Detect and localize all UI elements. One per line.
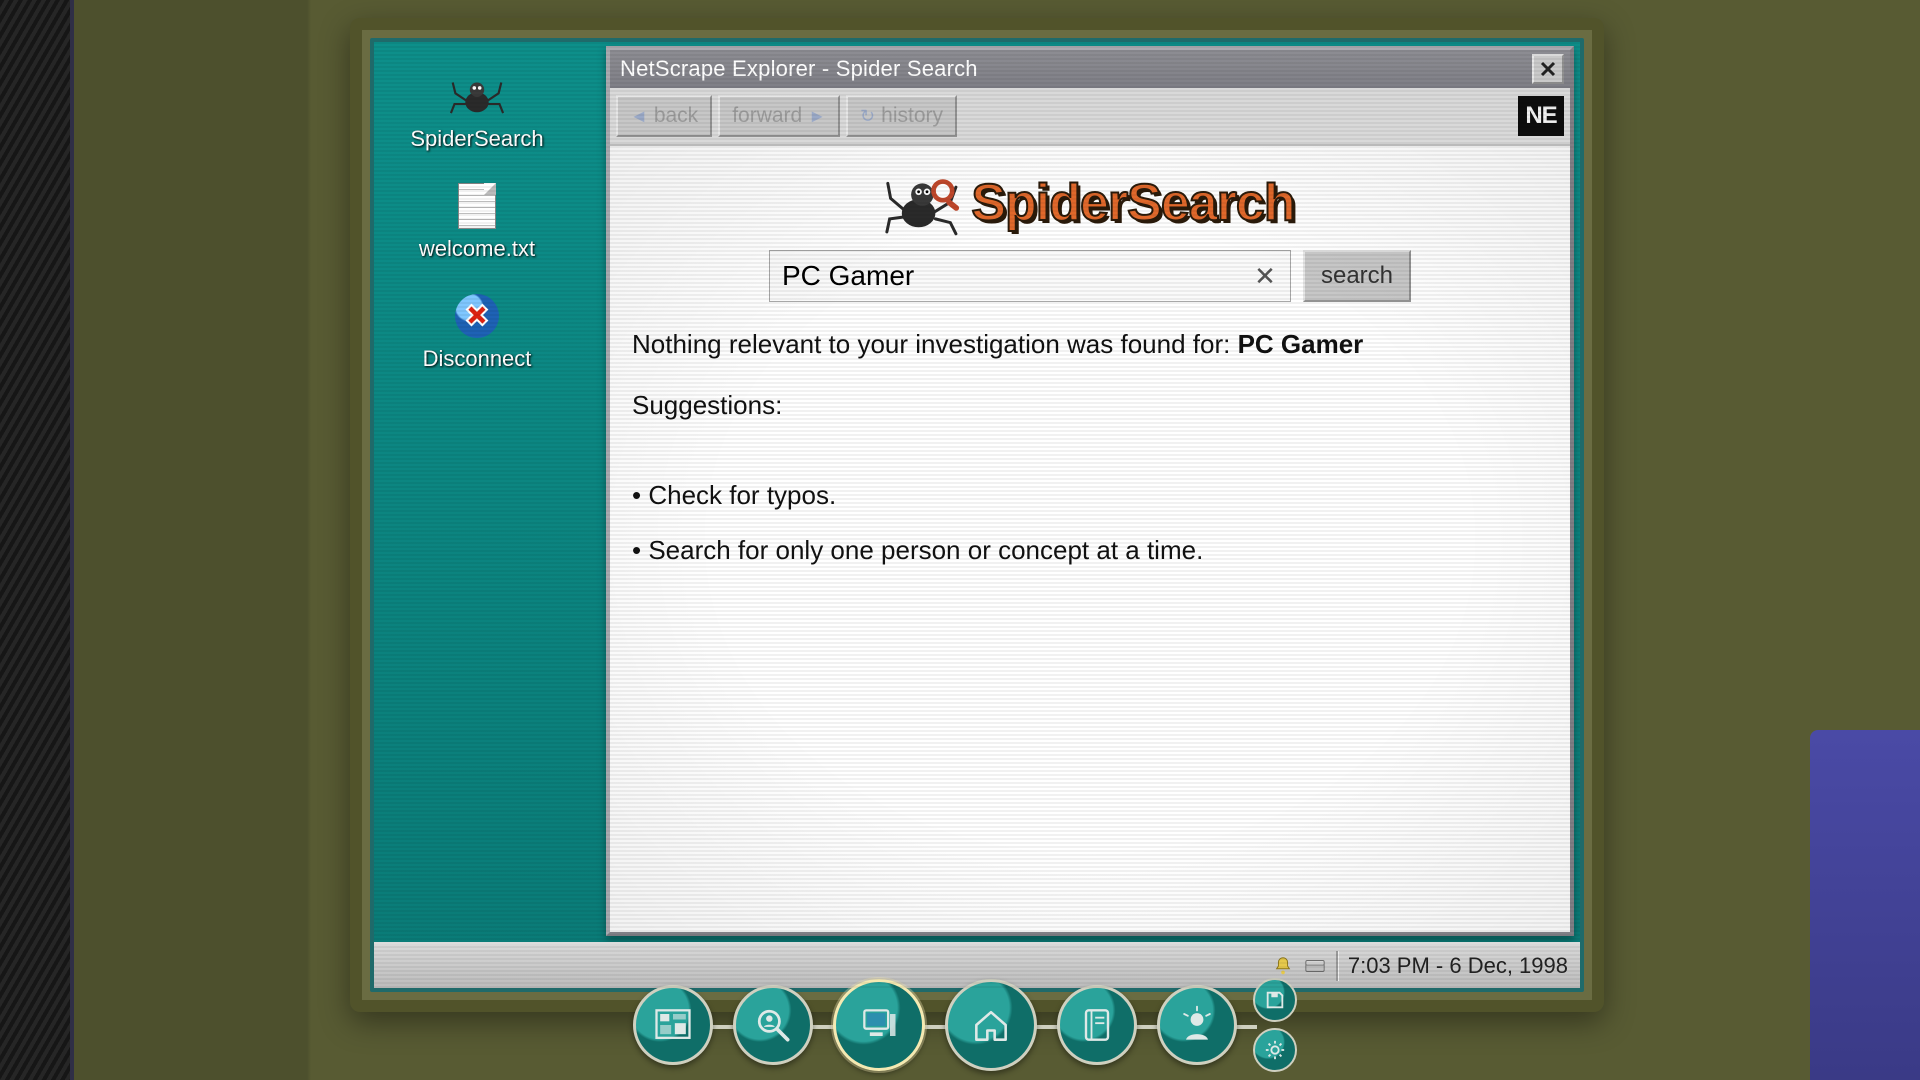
desktop-icon-spidersearch[interactable]: SpiderSearch — [392, 72, 562, 152]
suggestions-list: • Check for typos. • Search for only one… — [632, 479, 1548, 566]
suggestion-item: • Search for only one person or concept … — [632, 534, 1548, 567]
window-title: NetScrape Explorer - Spider Search — [616, 56, 1532, 82]
close-icon: ✕ — [1254, 261, 1276, 291]
spider-icon — [447, 72, 507, 120]
spider-mascot-icon — [885, 170, 969, 236]
suggestion-text: Check for typos. — [648, 480, 836, 510]
arrow-left-icon: ◄ — [630, 106, 648, 127]
back-button[interactable]: ◄ back — [616, 95, 712, 137]
browser-logo: NE — [1518, 96, 1564, 136]
spidersearch-wordmark: SpiderSearch — [971, 173, 1294, 233]
no-results-prefix: Nothing relevant to your investigation w… — [632, 329, 1238, 359]
globe-disconnect-icon: ✖ — [447, 292, 507, 340]
gear-icon — [1264, 1039, 1286, 1061]
back-label: back — [654, 104, 698, 128]
tray-separator — [1336, 951, 1338, 981]
thinking-person-icon — [1175, 1003, 1219, 1047]
suggestion-item: • Check for typos. — [632, 479, 1548, 512]
desktop-icon-welcome-txt[interactable]: welcome.txt — [392, 182, 562, 262]
refresh-icon: ↻ — [860, 106, 875, 127]
crt-monitor: SpiderSearch welcome.txt ✖ Disconnect Ne… — [350, 18, 1604, 1012]
system-tray: 7:03 PM - 6 Dec, 1998 — [1272, 951, 1574, 981]
search-row: ✕ search — [632, 250, 1548, 302]
desktop-icon-label: Disconnect — [392, 346, 562, 372]
desktop-icon-disconnect[interactable]: ✖ Disconnect — [392, 292, 562, 372]
nav-caseboard-button[interactable] — [633, 985, 713, 1065]
suggestion-text: Search for only one person or concept at… — [648, 535, 1203, 565]
arrow-right-icon: ► — [808, 106, 826, 127]
room-wall-left — [0, 0, 74, 1080]
search-input[interactable] — [780, 259, 1250, 293]
dock-mini-buttons — [1253, 978, 1297, 1072]
room-chair-arm — [1810, 730, 1920, 1080]
forward-button[interactable]: forward ► — [718, 95, 840, 137]
forward-label: forward — [732, 104, 802, 128]
no-results-query: PC Gamer — [1238, 329, 1364, 359]
search-results: Nothing relevant to your investigation w… — [632, 328, 1548, 566]
nav-hint-button[interactable] — [1157, 985, 1237, 1065]
notebook-icon — [1075, 1003, 1119, 1047]
document-icon — [447, 182, 507, 230]
floppy-icon — [1264, 989, 1286, 1011]
suggestions-heading: Suggestions: — [632, 389, 1548, 422]
clear-search-button[interactable]: ✕ — [1250, 261, 1280, 292]
search-box[interactable]: ✕ — [769, 250, 1291, 302]
nav-home-button[interactable] — [945, 979, 1037, 1071]
browser-window: NetScrape Explorer - Spider Search ◄ bac… — [606, 46, 1574, 936]
desktop-icon-label: welcome.txt — [392, 236, 562, 262]
home-icon — [969, 1003, 1013, 1047]
history-label: history — [881, 104, 943, 128]
tray-bell-icon[interactable] — [1272, 955, 1294, 977]
spidersearch-logo: SpiderSearch — [632, 170, 1548, 236]
nav-search-button[interactable] — [733, 985, 813, 1065]
caseboard-icon — [651, 1003, 695, 1047]
desktop-icon-label: SpiderSearch — [392, 126, 562, 152]
titlebar[interactable]: NetScrape Explorer - Spider Search — [610, 50, 1570, 88]
nav-computer-button[interactable] — [833, 979, 925, 1071]
magnifier-person-icon — [751, 1003, 795, 1047]
taskbar-clock: 7:03 PM - 6 Dec, 1998 — [1348, 953, 1574, 979]
os-desktop[interactable]: SpiderSearch welcome.txt ✖ Disconnect Ne… — [374, 42, 1580, 988]
search-button[interactable]: search — [1303, 250, 1411, 302]
close-button[interactable] — [1532, 54, 1564, 84]
no-results-message: Nothing relevant to your investigation w… — [632, 328, 1548, 361]
game-nav-dock — [623, 978, 1297, 1072]
close-icon — [1540, 61, 1556, 77]
history-button[interactable]: ↻ history — [846, 95, 957, 137]
nav-save-button[interactable] — [1253, 978, 1297, 1022]
tray-drive-icon[interactable] — [1304, 955, 1326, 977]
desktop-icons: SpiderSearch welcome.txt ✖ Disconnect — [392, 72, 582, 402]
nav-notebook-button[interactable] — [1057, 985, 1137, 1065]
crt-screen: SpiderSearch welcome.txt ✖ Disconnect Ne… — [370, 38, 1584, 992]
nav-settings-button[interactable] — [1253, 1028, 1297, 1072]
browser-toolbar: ◄ back forward ► ↻ history NE — [610, 88, 1570, 146]
computer-icon — [857, 1003, 901, 1047]
browser-viewport: SpiderSearch ✕ search Nothin — [610, 146, 1570, 932]
